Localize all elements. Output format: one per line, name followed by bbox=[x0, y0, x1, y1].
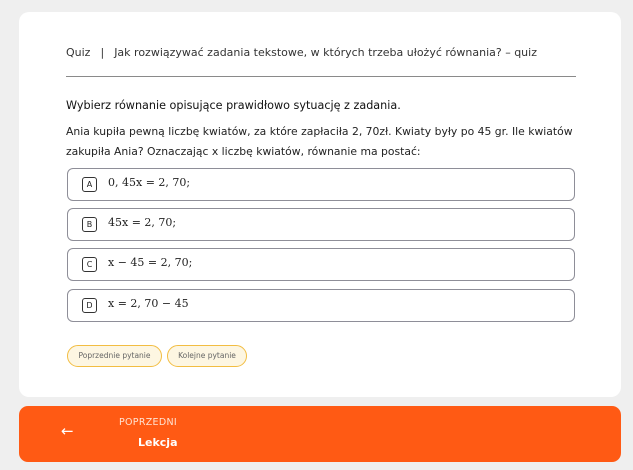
footer-target-label: Lekcja bbox=[138, 436, 178, 449]
breadcrumb-title: Jak rozwiązywać zadania tekstowe, w któr… bbox=[114, 46, 537, 59]
option-letter: C bbox=[82, 257, 97, 272]
option-formula: x = 2, 70 − 45 bbox=[108, 297, 189, 310]
option-letter: B bbox=[82, 217, 97, 232]
footer-direction-label: POPRZEDNI bbox=[119, 417, 177, 428]
answer-option-d[interactable]: D x = 2, 70 − 45 bbox=[67, 289, 575, 322]
option-letter: D bbox=[82, 298, 97, 313]
previous-question-button[interactable]: Poprzednie pytanie bbox=[67, 345, 162, 367]
next-question-button[interactable]: Kolejne pytanie bbox=[167, 345, 247, 367]
question-prompt: Wybierz równanie opisujące prawidłowo sy… bbox=[66, 99, 401, 112]
option-formula: x − 45 = 2, 70; bbox=[108, 256, 193, 269]
arrow-left-icon: ← bbox=[61, 422, 74, 440]
previous-lesson-button[interactable]: ← POPRZEDNI Lekcja bbox=[19, 406, 621, 462]
option-formula: 0, 45x = 2, 70; bbox=[108, 176, 191, 189]
answer-option-b[interactable]: B 45x = 2, 70; bbox=[67, 208, 575, 241]
option-letter: A bbox=[82, 177, 97, 192]
answer-option-a[interactable]: A 0, 45x = 2, 70; bbox=[67, 168, 575, 201]
divider bbox=[66, 76, 576, 77]
breadcrumb-section[interactable]: Quiz bbox=[66, 46, 90, 59]
breadcrumb: Quiz | Jak rozwiązywać zadania tekstowe, w… bbox=[66, 46, 537, 59]
question-text: Ania kupiła pewną liczbę kwiatów, za któ… bbox=[66, 125, 573, 158]
quiz-card: Quiz | Jak rozwiązywać zadania tekstowe, w… bbox=[19, 12, 621, 397]
option-formula: 45x = 2, 70; bbox=[108, 216, 177, 229]
answer-option-c[interactable]: C x − 45 = 2, 70; bbox=[67, 248, 575, 281]
breadcrumb-separator: | bbox=[100, 46, 105, 59]
